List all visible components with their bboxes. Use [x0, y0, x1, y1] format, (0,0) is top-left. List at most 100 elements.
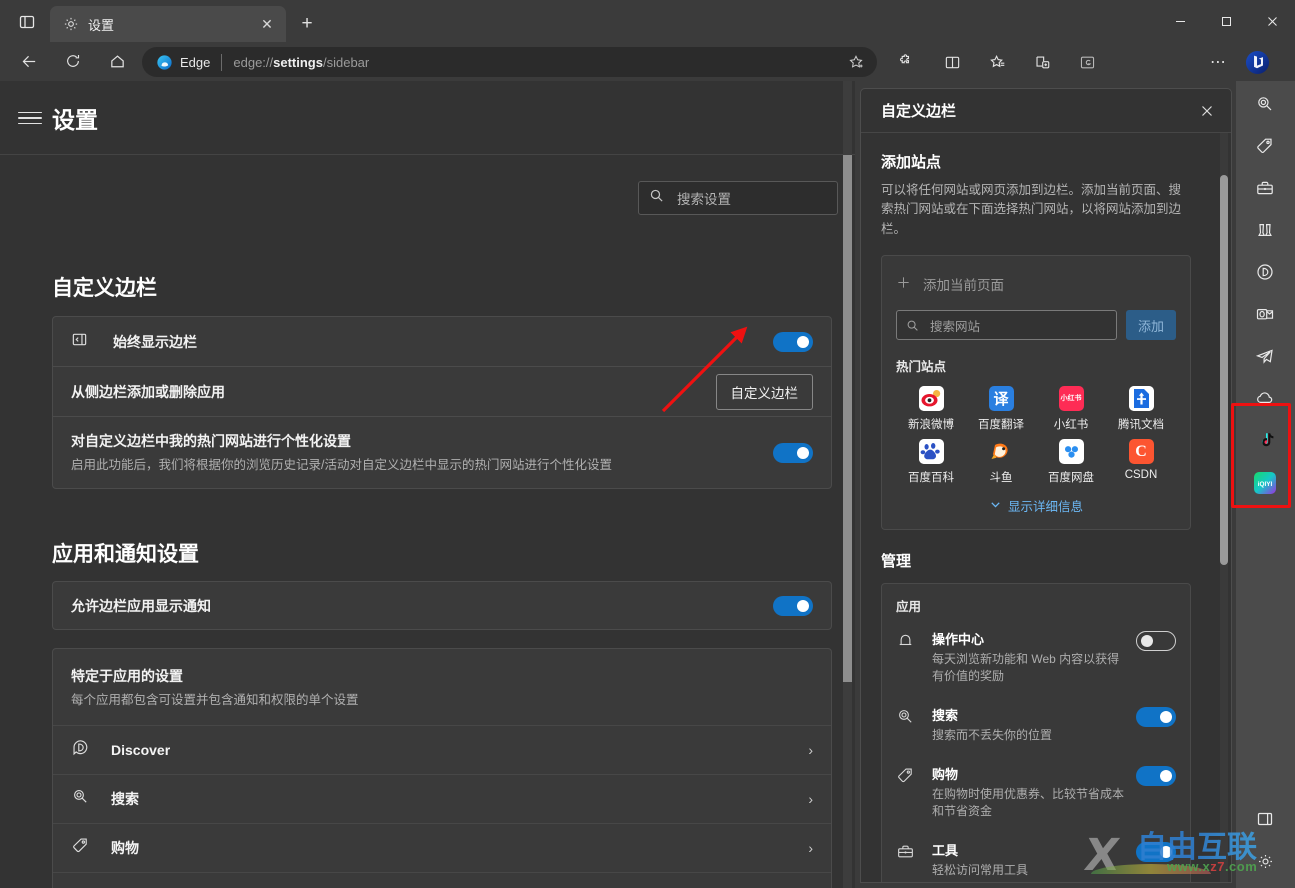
title-bar: 设置 ✕ + — [0, 0, 1295, 42]
plus-icon — [896, 275, 911, 293]
address-brand-label: Edge — [180, 54, 211, 70]
close-button[interactable] — [1249, 0, 1295, 42]
section-title-apps-notifications: 应用和通知设置 — [52, 543, 199, 566]
flyout-body: 添加站点 可以将任何网站或网页添加到边栏。添加当前页面、搜索热门网站或在下面选择… — [861, 133, 1231, 882]
csdn-icon: C — [1128, 439, 1154, 465]
home-button[interactable] — [102, 46, 132, 76]
tab-list-icon[interactable] — [12, 9, 42, 35]
minimize-button[interactable] — [1157, 0, 1203, 42]
address-bar[interactable]: Edge edge://settings/sidebar — [142, 47, 877, 77]
rail-item-outlook[interactable] — [1245, 297, 1285, 331]
manage-apps-card: 应用 操作中心 每天浏览新功能和 Web 内容以获得有价值的奖励 搜索 搜索而不… — [881, 583, 1191, 882]
extensions-icon[interactable] — [889, 47, 919, 77]
settings-scrollbar-thumb[interactable] — [843, 155, 852, 682]
search-icon — [71, 787, 93, 811]
manage-row-search[interactable]: 搜索 搜索而不丢失你的位置 — [896, 695, 1176, 754]
chevron-right-icon: › — [808, 741, 813, 758]
hot-site-baidu-fanyi[interactable]: 译 百度翻译 — [966, 386, 1036, 432]
baidu-fanyi-icon: 译 — [988, 386, 1014, 412]
douyu-icon — [989, 439, 1014, 464]
copilot-bing-icon[interactable] — [1242, 47, 1272, 77]
hot-site-csdn[interactable]: C CSDN — [1106, 439, 1176, 485]
add-current-page-button[interactable]: 添加当前页面 — [896, 266, 1176, 302]
site-search-input[interactable]: 搜索网站 — [896, 310, 1117, 341]
chevron-right-icon: › — [808, 790, 813, 807]
favorites-icon[interactable] — [982, 47, 1012, 77]
rail-item-games[interactable] — [1245, 213, 1285, 247]
hot-site-tencent-docs[interactable]: 腾讯文档 — [1106, 386, 1176, 432]
refresh-button[interactable] — [58, 46, 88, 76]
new-tab-button[interactable]: + — [294, 11, 320, 37]
hot-site-name: 小红书 — [1053, 419, 1089, 432]
chevron-right-icon: › — [808, 839, 813, 856]
browser-tab[interactable]: 设置 ✕ — [50, 6, 286, 42]
more-options-button[interactable]: ⋯ — [1204, 47, 1232, 77]
setting-label: 从侧边栏添加或删除应用 — [71, 383, 225, 400]
manage-app-title: 操作中心 — [932, 632, 985, 648]
app-specific-title: 特定于应用的设置 — [71, 668, 183, 684]
app-row-search[interactable]: 搜索 › — [53, 773, 831, 823]
manage-row-shopping[interactable]: 购物 在购物时使用优惠券、比较节省成本和节省资金 — [896, 754, 1176, 830]
always-show-sidebar-toggle[interactable] — [773, 331, 813, 352]
rail-item-sidebar-toggle[interactable] — [1245, 802, 1285, 836]
customize-sidebar-flyout: 自定义边栏 添加站点 可以将任何网站或网页添加到边栏。添加当前页面、搜索热门网站… — [860, 88, 1232, 883]
app-row-tools[interactable]: 工具 › — [53, 871, 831, 888]
setting-row-allow-notifications[interactable]: 允许边栏应用显示通知 — [53, 582, 831, 630]
setting-description: 启用此功能后，我们将根据你的浏览历史记录/活动对自定义边栏中显示的热门网站进行个… — [71, 457, 612, 472]
action-center-toggle[interactable] — [1136, 631, 1176, 652]
rail-item-shopping[interactable] — [1245, 129, 1285, 163]
bell-icon — [896, 631, 918, 655]
maximize-button[interactable] — [1203, 0, 1249, 42]
shopping-app-toggle[interactable] — [1136, 766, 1176, 787]
hot-site-baidu-netdisk[interactable]: 百度网盘 — [1036, 439, 1106, 485]
app-row-shopping[interactable]: 购物 › — [53, 822, 831, 872]
back-button[interactable] — [14, 46, 44, 76]
search-icon — [896, 707, 918, 731]
hot-site-xiaohongshu[interactable]: 小红书 小红书 — [1036, 386, 1106, 432]
rail-item-tools[interactable] — [1245, 171, 1285, 205]
flyout-scrollbar-thumb[interactable] — [1220, 175, 1228, 565]
app-label: 搜索 — [111, 790, 139, 807]
gear-icon — [62, 15, 80, 33]
manage-row-action-center[interactable]: 操作中心 每天浏览新功能和 Web 内容以获得有价值的奖励 — [896, 615, 1176, 695]
collections-icon[interactable] — [1027, 47, 1057, 77]
setting-row-personalize-top-sites[interactable]: 对自定义边栏中我的热门网站进行个性化设置 启用此功能后，我们将根据你的浏览历史记… — [53, 417, 831, 488]
personalize-top-sites-toggle[interactable] — [773, 442, 813, 463]
split-screen-icon[interactable] — [937, 47, 967, 77]
rail-item-discover[interactable] — [1245, 255, 1285, 289]
settings-scroll-region: 自定义边栏 始终显示边栏 从侧边栏添加或删除应用 自定义边栏 对自定义边栏中我的… — [0, 156, 855, 888]
rail-item-search[interactable] — [1245, 87, 1285, 121]
hot-site-weibo[interactable]: 新浪微博 — [896, 386, 966, 432]
rail-item-telegram[interactable] — [1245, 339, 1285, 373]
setting-label: 对自定义边栏中我的热门网站进行个性化设置 — [71, 432, 351, 449]
tab-title: 设置 — [88, 17, 115, 33]
setting-row-always-show-sidebar[interactable]: 始终显示边栏 — [53, 317, 831, 366]
close-icon[interactable] — [1193, 97, 1221, 125]
site-search-placeholder: 搜索网站 — [930, 319, 981, 334]
hot-site-name: 百度网盘 — [1048, 472, 1094, 485]
address-url[interactable]: edge://settings/sidebar — [233, 55, 843, 70]
discover-icon — [71, 738, 93, 762]
manage-app-description: 每天浏览新功能和 Web 内容以获得有价值的奖励 — [932, 652, 1120, 684]
close-icon[interactable]: ✕ — [256, 13, 278, 35]
browser-essentials-icon[interactable] — [1072, 47, 1102, 77]
customize-sidebar-button[interactable]: 自定义边栏 — [715, 373, 813, 410]
hot-site-douyu[interactable]: 斗鱼 — [966, 439, 1036, 485]
setting-row-add-remove-apps: 从侧边栏添加或删除应用 自定义边栏 — [53, 367, 831, 416]
tools-app-toggle[interactable] — [1136, 842, 1176, 863]
hot-sites-grid: 新浪微博 译 百度翻译 小红书 小红书 腾讯文档 百度百科 斗鱼 百度网盘 C … — [896, 386, 1176, 485]
hamburger-icon[interactable] — [18, 106, 42, 130]
hot-site-baidu-baike[interactable]: 百度百科 — [896, 439, 966, 485]
search-app-toggle[interactable] — [1136, 707, 1176, 728]
add-site-button[interactable]: 添加 — [1126, 310, 1176, 341]
manage-row-tools[interactable]: 工具 轻松访问常用工具 — [896, 830, 1176, 882]
app-row-discover[interactable]: Discover › — [53, 724, 831, 774]
hot-site-name: 百度百科 — [908, 472, 954, 485]
show-details-button[interactable]: 显示详细信息 — [896, 496, 1176, 515]
star-add-icon[interactable] — [843, 49, 869, 75]
navigation-bar: Edge edge://settings/sidebar ⋯ — [0, 42, 1295, 116]
allow-notifications-toggle[interactable] — [773, 596, 813, 616]
rail-item-settings[interactable] — [1245, 844, 1285, 878]
shopping-tag-icon — [71, 836, 93, 860]
hot-site-name: CSDN — [1124, 469, 1158, 482]
